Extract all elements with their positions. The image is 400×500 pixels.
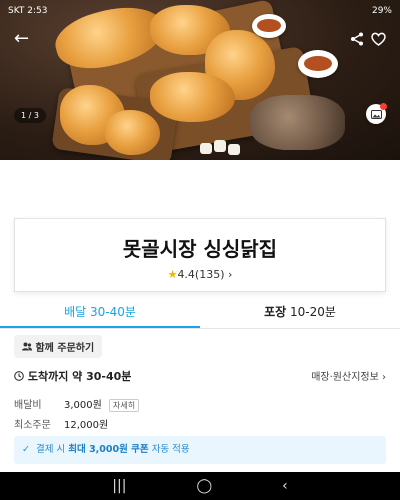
home-icon[interactable]: ◯ (196, 472, 212, 500)
coupon-suffix: 자동 적용 (151, 444, 190, 455)
group-order-label: 함께 주문하기 (35, 343, 95, 354)
min-order-label: 최소주문 (14, 420, 51, 431)
pickled-radish (228, 144, 240, 155)
store-name: 못골시장 싱싱닭집 (122, 237, 278, 261)
fried-chicken (150, 72, 235, 122)
delivery-fee-detail-button[interactable]: 자세히 (109, 399, 140, 412)
arrival-text: 도착까지 약 30-40분 (27, 370, 132, 383)
coupon-highlight: 최대 3,000원 쿠폰 (68, 444, 149, 455)
fried-gizzards (250, 95, 345, 150)
tab-delivery[interactable]: 배달 30-40분 (0, 300, 200, 328)
tab-pickup-time: 10-20분 (290, 305, 336, 319)
min-order-row: 최소주문 12,000원 (14, 416, 108, 431)
store-info-card: 못골시장 싱싱닭집 ★4.4(135) › (14, 218, 386, 292)
pickled-radish (214, 140, 226, 152)
clock-icon (14, 370, 28, 383)
delivery-fee-value: 3,000원 (64, 400, 102, 411)
share-icon[interactable] (350, 32, 364, 50)
coupon-prefix: 결제 시 (36, 444, 66, 455)
check-icon: ✓ (22, 444, 30, 455)
delivery-fee-row: 배달비 3,000원 자세히 (14, 396, 140, 412)
status-bar: SKT 2:53 29% (0, 0, 400, 22)
arrival-time: 도착까지 약 30-40분 (14, 368, 131, 384)
chevron-right-icon: › (228, 268, 233, 281)
back-icon[interactable]: ‹ (282, 472, 288, 500)
delivery-fee-label: 배달비 (14, 400, 42, 411)
status-time: SKT 2:53 (8, 6, 48, 16)
min-order-value: 12,000원 (64, 420, 109, 431)
fried-chicken (105, 110, 160, 155)
chevron-right-icon: › (382, 372, 386, 383)
coupon-banner[interactable]: ✓ 결제 시 최대 3,000원 쿠폰 자동 적용 (14, 436, 386, 464)
sauce-dish (298, 50, 338, 78)
group-order-button[interactable]: 함께 주문하기 (14, 335, 103, 358)
photo-gallery-button[interactable] (366, 103, 387, 124)
back-arrow-icon[interactable]: ← (14, 30, 29, 48)
heart-icon[interactable] (371, 32, 386, 50)
tab-pickup[interactable]: 포장 10-20분 (200, 300, 400, 328)
store-rating[interactable]: ★4.4(135) › (15, 268, 385, 281)
order-type-tabs: 배달 30-40분 포장 10-20분 (0, 300, 400, 329)
system-navigation-bar: ||| ◯ ‹ (0, 472, 400, 500)
rating-value: 4.4(135) (177, 268, 225, 281)
tab-delivery-label: 배달 (64, 305, 87, 319)
store-hero-image[interactable]: SKT 2:53 29% ← 1 / 3 (0, 0, 400, 160)
group-icon (22, 342, 35, 354)
tab-pickup-label: 포장 (264, 305, 287, 319)
battery-level: 29% (371, 6, 392, 16)
pickled-radish (200, 143, 212, 154)
tab-delivery-time: 30-40분 (90, 305, 136, 319)
origin-info-link[interactable]: 매장·원산지정보 › (311, 368, 386, 383)
image-pager: 1 / 3 (14, 108, 46, 123)
notification-dot (380, 103, 387, 110)
star-icon: ★ (167, 268, 178, 281)
recent-apps-icon[interactable]: ||| (112, 472, 126, 500)
origin-info-label: 매장·원산지정보 (311, 372, 379, 383)
image-icon (370, 109, 382, 119)
